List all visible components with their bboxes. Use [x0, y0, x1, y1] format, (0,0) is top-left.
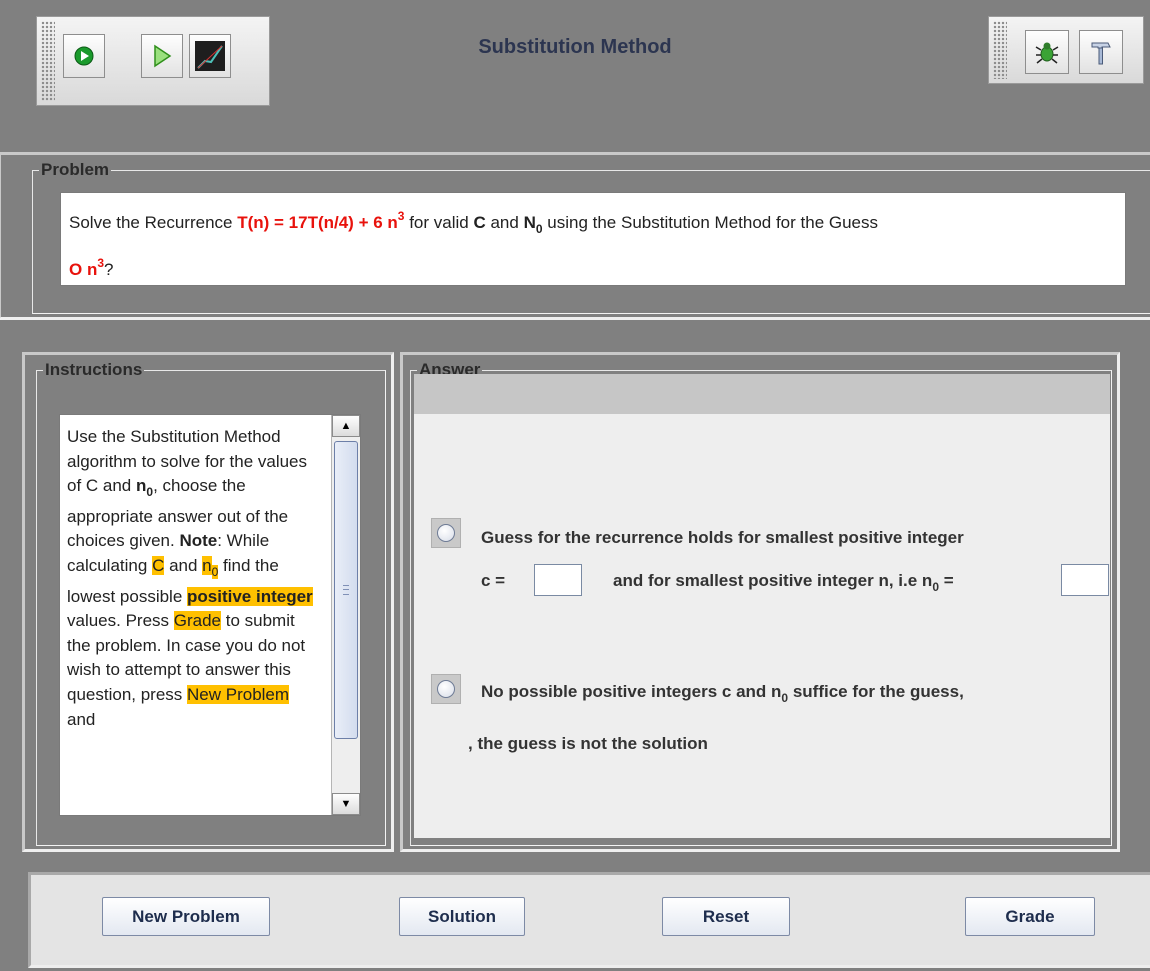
- scroll-thumb[interactable]: [334, 441, 358, 739]
- option1-radio[interactable]: [431, 518, 461, 548]
- debug-button[interactable]: [1025, 30, 1069, 74]
- toolbar-grip[interactable]: [41, 21, 55, 101]
- answer-header-strip: [414, 374, 1110, 414]
- option2-text-line2: , the guess is not the solution: [468, 734, 708, 753]
- solution-button[interactable]: Solution: [399, 897, 525, 936]
- option2-radio[interactable]: [431, 674, 461, 704]
- bug-icon: [1035, 42, 1059, 64]
- instructions-text: Use the Substitution Method algorithm to…: [59, 414, 361, 816]
- toolbar-grip[interactable]: [993, 21, 1007, 79]
- problem-text: Solve the Recurrence T(n) = 17T(n/4) + 6…: [60, 192, 1126, 286]
- option1-text: Guess for the recurrence holds for small…: [481, 528, 964, 547]
- hammer-icon: [1091, 42, 1111, 65]
- option2-text: No possible positive integers c and n0 s…: [481, 682, 964, 705]
- instructions-legend: Instructions: [43, 360, 145, 380]
- reset-button[interactable]: Reset: [662, 897, 790, 936]
- c-input[interactable]: [534, 564, 582, 596]
- n0-label: and for smallest positive integer n, i.e…: [613, 571, 954, 594]
- c-label: c =: [481, 571, 506, 590]
- tools-button[interactable]: [1079, 30, 1123, 74]
- new-problem-button[interactable]: New Problem: [102, 897, 270, 936]
- grade-button[interactable]: Grade: [965, 897, 1095, 936]
- instructions-scrollbar[interactable]: ▲ ▼: [331, 415, 360, 815]
- scroll-down-arrow[interactable]: ▼: [332, 793, 360, 815]
- run-toolbar: [36, 16, 270, 106]
- answer-content: [414, 414, 1110, 838]
- scroll-up-arrow[interactable]: ▲: [332, 415, 360, 437]
- problem-legend: Problem: [39, 160, 112, 180]
- n0-input[interactable]: [1061, 564, 1109, 596]
- app-title: Substitution Method: [478, 36, 672, 58]
- tools-toolbar: [988, 16, 1144, 84]
